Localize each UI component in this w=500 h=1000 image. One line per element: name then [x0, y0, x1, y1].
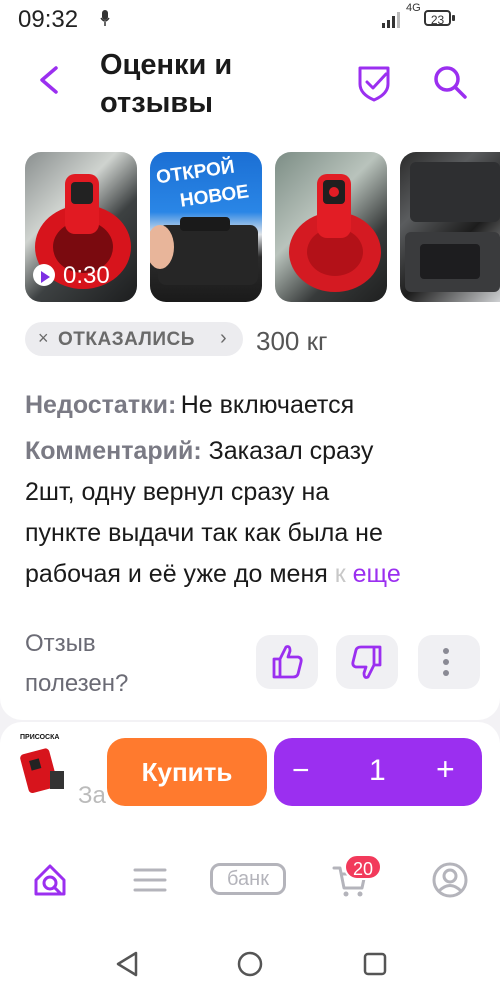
comment-line1: Заказал сразу — [208, 437, 374, 465]
page-title-line1: Оценки и — [100, 49, 233, 81]
mic-icon — [100, 9, 110, 32]
review-photo-2[interactable]: ОТКРОЙ НОВОЕ — [150, 152, 262, 302]
page-title-line2: отзывы — [100, 87, 213, 119]
cons-label: Недостатки: — [25, 391, 177, 419]
cons-row: Недостатки: Не включается — [25, 385, 354, 426]
useful-line1: Отзыв — [25, 630, 96, 657]
faint-text: За — [78, 782, 106, 809]
cons-text: Не включается — [180, 391, 355, 419]
decrease-button[interactable]: − — [292, 754, 310, 788]
comment-line2: 2шт, одну вернул сразу на — [25, 478, 330, 506]
like-button[interactable] — [256, 635, 318, 689]
dislike-button[interactable] — [336, 635, 398, 689]
useful-line2: полезен? — [25, 670, 129, 697]
quantity-value: 1 — [369, 754, 386, 787]
thumbs-down-icon — [351, 645, 382, 679]
nav-back-icon[interactable] — [112, 950, 142, 978]
app-header: Оценки и отзывы — [0, 38, 500, 122]
thumbs-up-icon — [272, 645, 303, 679]
increase-button[interactable]: + — [436, 751, 455, 788]
more-options-button[interactable] — [418, 635, 480, 689]
status-bar: 09:32 4G 23 — [0, 0, 500, 38]
useful-question: Отзыв полезен? — [25, 624, 225, 704]
back-arrow-icon[interactable] — [30, 60, 70, 100]
signal-icon — [382, 12, 400, 28]
chevron-right-icon: › — [220, 327, 227, 349]
product-thumbnail[interactable]: ПРИСОСКА — [18, 732, 68, 802]
nav-recents-icon[interactable] — [362, 951, 388, 977]
catalog-menu-icon[interactable] — [130, 860, 170, 900]
cart-count-badge: 20 — [344, 854, 382, 880]
read-more-link[interactable]: еще — [353, 560, 401, 588]
status-chip-label: ОТКАЗАЛИСЬ — [58, 329, 195, 350]
comment-block: Комментарий: Заказал сразу 2шт, одну вер… — [25, 431, 485, 595]
product-variant: 300 кг — [256, 326, 328, 356]
page-title: Оценки и отзывы — [100, 46, 320, 122]
review-photo-3[interactable] — [275, 152, 387, 302]
review-photo-4[interactable] — [400, 152, 500, 302]
video-duration-badge: 0:30 — [33, 262, 123, 290]
search-icon[interactable] — [430, 62, 470, 102]
comment-line3: пункте выдачи так как была не — [25, 519, 383, 547]
buy-button[interactable]: Купить — [107, 738, 267, 806]
video-duration: 0:30 — [63, 262, 110, 289]
play-icon — [33, 264, 55, 286]
comment-label: Комментарий: — [25, 437, 202, 465]
network-type: 4G — [406, 2, 421, 14]
status-time: 09:32 — [18, 6, 79, 33]
bank-tab[interactable]: банк — [210, 863, 286, 895]
product-thumb-text: ПРИСОСКА — [20, 734, 60, 741]
profile-icon[interactable] — [430, 860, 470, 900]
comment-fade: к — [334, 560, 346, 588]
close-icon: × — [38, 328, 49, 348]
nav-home-icon[interactable] — [236, 950, 264, 978]
comment-line4: рабочая и её уже до меня — [25, 560, 328, 588]
battery-tip — [452, 15, 455, 21]
home-search-icon[interactable] — [30, 860, 70, 900]
shield-check-icon[interactable] — [356, 62, 392, 102]
more-vertical-icon — [443, 648, 449, 676]
battery-icon: 23 — [424, 10, 451, 27]
